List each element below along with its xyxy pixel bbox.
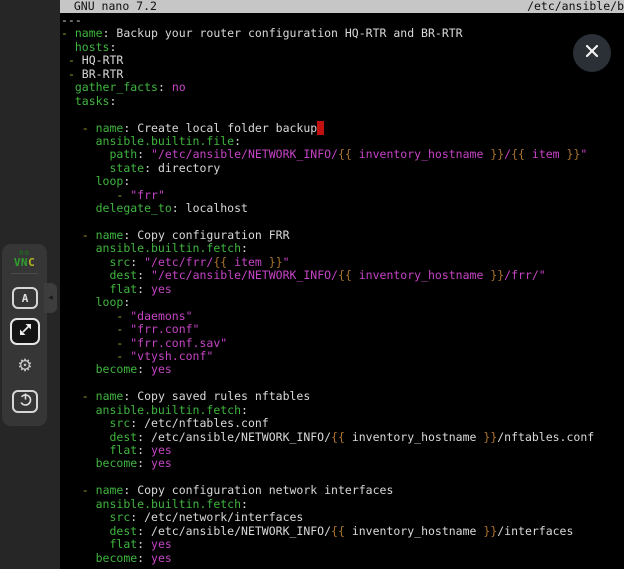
editor-content: ---- name: Backup your router configurat…	[61, 14, 624, 569]
nano-version-label: GNU nano 7.2	[60, 0, 157, 13]
editor-line: src: "/etc/frr/{{ item }}"	[61, 256, 624, 269]
novnc-control-bar: no VNC A ⚙	[2, 244, 47, 426]
terminal-viewport[interactable]: GNU nano 7.2 /etc/ansible/b ---- name: B…	[60, 0, 624, 569]
editor-line: become: yes	[61, 363, 624, 376]
chevron-left-icon: ◂	[48, 293, 53, 303]
editor-line	[61, 377, 624, 390]
editor-line: hosts:	[61, 41, 624, 54]
editor-line: - name: Backup your router configuration…	[61, 27, 624, 40]
file-path-label: /etc/ansible/b	[527, 0, 624, 13]
editor-line: flat: yes	[61, 444, 624, 457]
a-key-icon: A	[22, 292, 29, 305]
editor-line: tasks:	[61, 95, 624, 108]
vnc-side-strip: no VNC A ⚙	[0, 0, 60, 569]
editor-line: dest: /etc/ansible/NETWORK_INFO/{{ inven…	[61, 525, 624, 538]
novnc-logo-vnc: VNC	[2, 257, 47, 268]
gear-icon: ⚙	[17, 356, 32, 376]
editor-line: - "frr.conf.sav"	[61, 337, 624, 350]
editor-line: loop:	[61, 175, 624, 188]
settings-button[interactable]: ⚙	[15, 355, 35, 376]
editor-line: ansible.builtin.fetch:	[61, 404, 624, 417]
drag-viewport-button[interactable]	[10, 318, 40, 345]
editor-line: src: /etc/network/interfaces	[61, 511, 624, 524]
editor-line: gather_facts: no	[61, 81, 624, 94]
editor-line: - HQ-RTR	[61, 54, 624, 67]
editor-line: state: directory	[61, 162, 624, 175]
editor-line: - "vtysh.conf"	[61, 350, 624, 363]
editor-line: src: /etc/nftables.conf	[61, 417, 624, 430]
editor-line: dest: "/etc/ansible/NETWORK_INFO/{{ inve…	[61, 269, 624, 282]
editor-line: flat: yes	[61, 283, 624, 296]
control-bar-handle[interactable]: ◂	[44, 283, 57, 313]
vnc-screen: no VNC A ⚙	[0, 0, 624, 569]
novnc-logo: no VNC	[2, 249, 47, 268]
editor-line: - "frr"	[61, 189, 624, 202]
drag-arrows-icon	[18, 322, 33, 341]
editor-line: dest: /etc/ansible/NETWORK_INFO/{{ inven…	[61, 431, 624, 444]
editor-line	[61, 216, 624, 229]
editor-line: - name: Copy configuration network inter…	[61, 484, 624, 497]
editor-line	[61, 108, 624, 121]
editor-line: loop:	[61, 296, 624, 309]
editor-line: ansible.builtin.fetch:	[61, 242, 624, 255]
editor-line: - "daemons"	[61, 310, 624, 323]
editor-line: ansible.builtin.file:	[61, 135, 624, 148]
close-icon	[584, 43, 600, 63]
editor-line: delegate_to: localhost	[61, 202, 624, 215]
editor-line: - name: Create local folder backup	[61, 122, 624, 135]
text-cursor	[317, 121, 324, 135]
close-button[interactable]	[573, 34, 611, 72]
sidebar-divider	[11, 273, 38, 274]
editor-line: path: "/etc/ansible/NETWORK_INFO/{{ inve…	[61, 148, 624, 161]
editor-line	[61, 471, 624, 484]
editor-line: - BR-RTR	[61, 68, 624, 81]
editor-line: become: yes	[61, 552, 624, 565]
power-icon	[18, 392, 33, 411]
editor-line: - "frr.conf"	[61, 323, 624, 336]
nano-titlebar: GNU nano 7.2 /etc/ansible/b	[60, 0, 624, 13]
editor-line: flat: yes	[61, 538, 624, 551]
editor-line: become: yes	[61, 457, 624, 470]
editor-line: - name: Copy saved rules nftables	[61, 390, 624, 403]
editor-line: - name: Copy configuration FRR	[61, 229, 624, 242]
editor-line: ansible.builtin.fetch:	[61, 498, 624, 511]
keyboard-button[interactable]: A	[12, 287, 38, 309]
disconnect-button[interactable]	[12, 390, 38, 413]
editor-line: ---	[61, 14, 624, 27]
